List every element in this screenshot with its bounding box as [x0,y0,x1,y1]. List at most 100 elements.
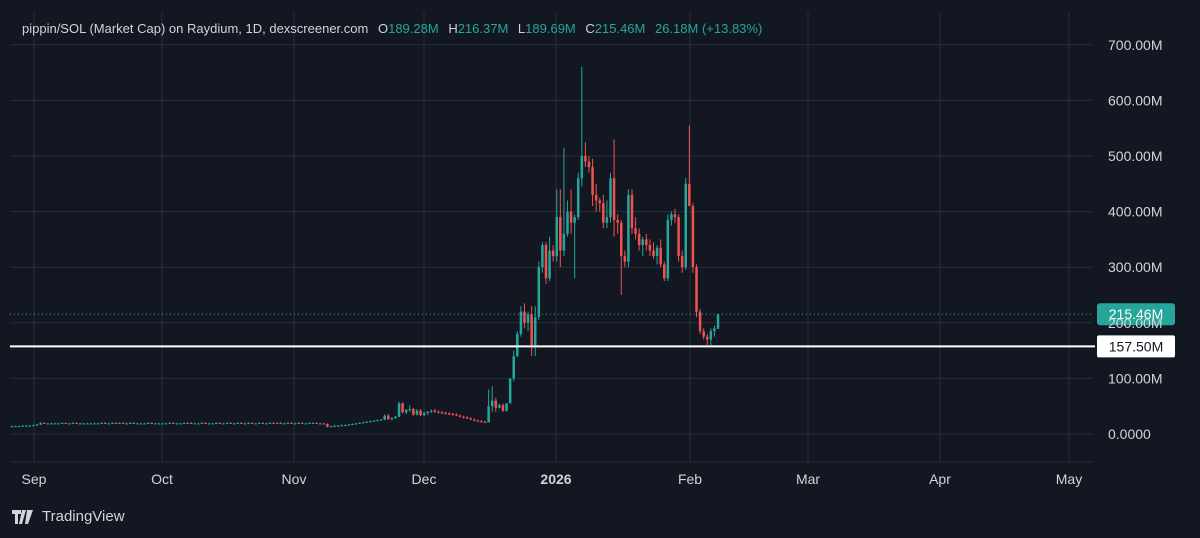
legend-change: 26.18M (+13.83%) [654,21,763,36]
candle-body [433,410,437,412]
candle-body [680,256,684,268]
candle-body [390,417,394,419]
candle-body [713,328,716,332]
candle-body [523,311,526,323]
candle-body [698,311,702,332]
candle-body [627,194,630,262]
candle-body [136,423,139,425]
tradingview-logo-icon [12,509,36,524]
candle-body [462,416,465,418]
candle-body [397,403,401,417]
candle-body [78,423,82,425]
candle-body [358,422,361,424]
candle-body [533,317,537,346]
candle-body [619,222,623,257]
candle-body [186,422,189,424]
x-tick-label: Dec [412,471,437,487]
candle-body [551,250,555,257]
candle-body [451,413,455,415]
y-tick-label: 700.00M [1108,37,1162,53]
candle-body [494,400,498,408]
candle-body [645,239,648,245]
candle-body [293,423,297,425]
candle-body [154,423,157,425]
candle-body [57,423,60,425]
candle-body [275,422,279,424]
y-tick-label: 200.00M [1108,315,1162,331]
candle-body [480,421,483,423]
candle-body [215,422,218,424]
candle-body [415,410,419,415]
price-overlays: 215.46M157.50M [10,303,1175,358]
candle-body [634,228,637,234]
candle-body [673,214,677,218]
legend-open-value: 189.28M [388,21,439,36]
x-tick-label: 2026 [540,471,571,487]
candle-body [498,405,501,408]
candle-body [64,422,68,424]
candle-body [440,412,444,414]
candle-body [17,426,21,428]
candle-body [376,420,379,422]
candle-body [315,422,318,424]
candle-body [32,425,35,427]
candle-body [161,423,164,425]
candle-body [530,314,533,346]
candle-body [387,415,390,419]
candle-body [609,178,612,218]
candle-body [483,421,487,423]
candle-body [100,422,103,424]
candle-body [559,217,562,251]
candle-body [662,264,666,279]
candle-body [118,422,121,424]
candle-body [541,244,544,268]
candle-body [637,233,641,245]
candle-body [150,422,154,424]
candle-body [369,421,372,423]
candle-body [344,425,347,427]
candle-body [258,422,261,424]
candle-body [487,406,490,423]
candle-body [297,422,300,424]
market-cap-chart[interactable]: 215.46M157.50M 0.0000100.00M200.00M300.0… [0,0,1200,538]
candle-body [716,314,720,329]
candle-body [14,426,17,428]
legend-close-label: C [585,21,595,36]
candle-body [465,417,469,419]
candle-body [379,419,383,421]
candle-body [408,408,412,411]
candle-body [591,167,594,195]
candle-body [394,416,397,418]
chart-legend: pippin/SOL (Market Cap) on Raydium, 1D, … [22,21,762,36]
candle-body [419,410,422,416]
tradingview-branding[interactable]: TradingView [12,508,125,525]
y-tick-label: 400.00M [1108,204,1162,220]
candle-body [10,426,14,428]
candle-body [401,403,404,413]
candle-body [648,244,652,251]
candle-body [544,244,548,279]
candle-body [347,424,351,426]
candle-body [505,403,508,411]
candle-body [426,411,429,413]
y-axis: 0.0000 100.00M 200.00M 300.00M 400.00M 500.00… [1108,37,1162,442]
candle-body [580,156,584,179]
candle-body [254,423,257,425]
candle-body [576,178,580,218]
candle-body [175,423,179,425]
candle-body [82,423,85,425]
candle-body [705,336,709,340]
candle-body [236,422,240,424]
candle-body [659,247,662,265]
x-tick-label: May [1056,471,1082,487]
candle-body [265,423,268,425]
candle-body [336,425,340,427]
candle-body [469,418,472,420]
candle-body [28,425,32,427]
candle-body [114,422,118,424]
candle-body [89,423,93,425]
candle-body [365,421,369,423]
legend-high-value: 216.37M [457,21,509,36]
candle-body [125,423,128,425]
candle-body [86,423,89,425]
